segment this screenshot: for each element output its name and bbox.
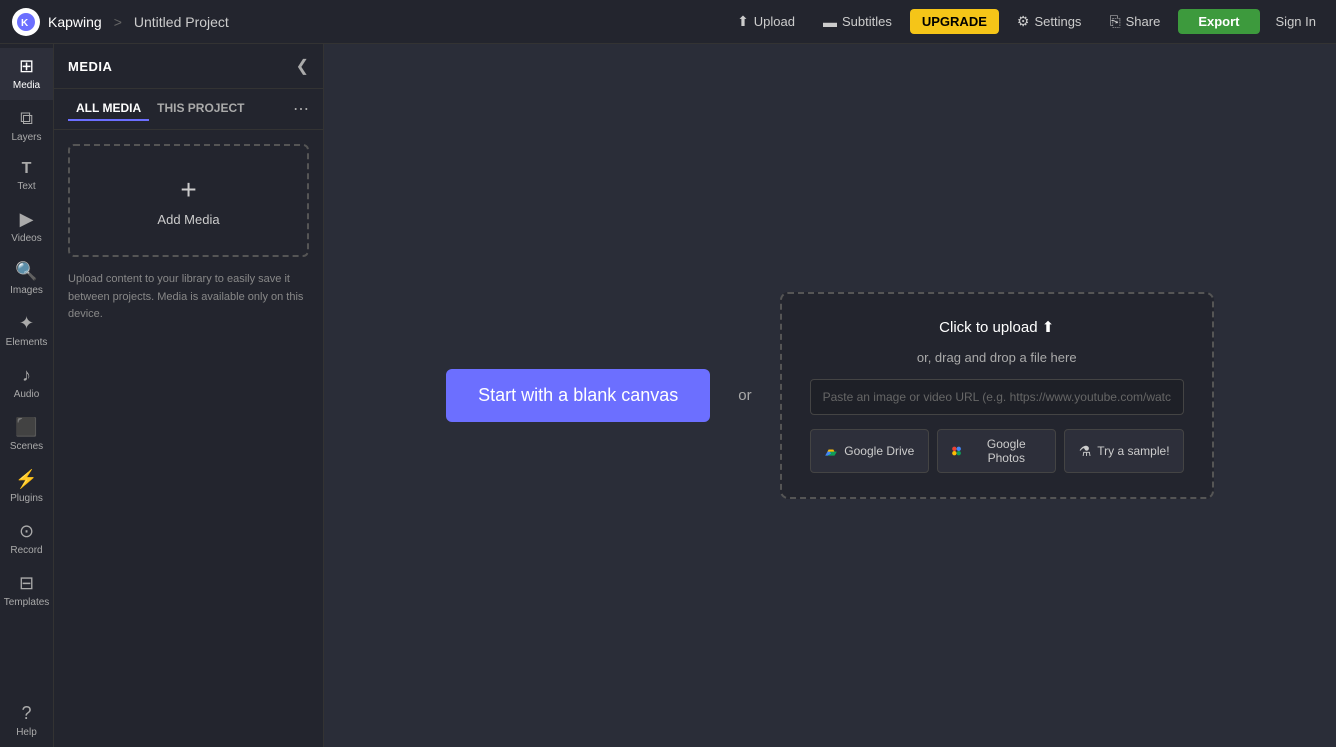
templates-label: Templates — [4, 597, 50, 609]
upgrade-button[interactable]: UPGRADE — [910, 9, 999, 34]
topbar: K Kapwing > Untitled Project ⬆ Upload ▬ … — [0, 0, 1336, 44]
share-button[interactable]: ⎘ Share — [1099, 8, 1170, 35]
panel-description: Upload content to your library to easily… — [68, 271, 309, 324]
google-drive-button[interactable]: Google Drive — [810, 429, 929, 473]
sidebar-item-text[interactable]: T Text — [0, 152, 53, 201]
sidebar-item-audio[interactable]: ♪ Audio — [0, 357, 53, 409]
sidebar-item-plugins[interactable]: ⚡ Plugins — [0, 461, 53, 513]
kapwing-logo: K — [12, 8, 40, 36]
templates-icon: ⊟ — [19, 573, 34, 594]
layers-icon: ⧉ — [20, 108, 33, 129]
videos-label: Videos — [11, 233, 41, 245]
breadcrumb-separator: > — [114, 14, 122, 30]
settings-label: Settings — [1034, 14, 1081, 29]
panel-content: + Add Media Upload content to your libra… — [54, 130, 323, 747]
text-label: Text — [17, 181, 35, 193]
panel-collapse-button[interactable]: ❮ — [296, 56, 309, 76]
click-to-upload[interactable]: Click to upload ⬆ — [810, 318, 1184, 336]
audio-icon: ♪ — [22, 365, 31, 386]
google-drive-label: Google Drive — [844, 444, 914, 458]
export-button[interactable]: Export — [1178, 9, 1259, 34]
panel-header: MEDIA ❮ — [54, 44, 323, 89]
sidebar-item-images[interactable]: 🔍 Images — [0, 253, 53, 305]
elements-label: Elements — [6, 337, 48, 349]
subtitles-icon: ▬ — [823, 14, 837, 30]
images-label: Images — [10, 285, 43, 297]
settings-button[interactable]: ⚙ Settings — [1007, 8, 1092, 35]
main-layout: ⊞ Media ⧉ Layers T Text ▶ Videos 🔍 Image… — [0, 44, 1336, 747]
or-text: or — [738, 387, 751, 404]
google-photos-button[interactable]: Google Photos — [937, 429, 1056, 473]
tab-this-project[interactable]: THIS PROJECT — [149, 97, 252, 121]
signin-button[interactable]: Sign In — [1268, 9, 1324, 34]
sidebar-item-record[interactable]: ⊙ Record — [0, 513, 53, 565]
svg-text:K: K — [21, 18, 29, 29]
scenes-label: Scenes — [10, 441, 43, 453]
click-to-upload-label: Click to upload — [939, 319, 1037, 336]
help-icon: ? — [21, 703, 31, 724]
images-icon: 🔍 — [15, 261, 37, 282]
sidebar-item-scenes[interactable]: ⬛ Scenes — [0, 409, 53, 461]
plugins-label: Plugins — [10, 493, 43, 505]
record-label: Record — [10, 545, 42, 557]
scenes-icon: ⬛ — [15, 417, 37, 438]
drag-drop-text: or, drag and drop a file here — [810, 350, 1184, 365]
google-photos-icon — [950, 444, 963, 458]
settings-icon: ⚙ — [1017, 13, 1030, 30]
upload-button[interactable]: ⬆ Upload — [727, 8, 805, 35]
brand-name: Kapwing — [48, 14, 102, 30]
subtitles-label: Subtitles — [842, 14, 892, 29]
upload-buttons: Google Drive Google Photos ⚗ Try a — [810, 429, 1184, 473]
audio-label: Audio — [14, 389, 40, 401]
subtitles-button[interactable]: ▬ Subtitles — [813, 9, 902, 35]
add-media-box[interactable]: + Add Media — [68, 144, 309, 257]
google-drive-icon — [824, 444, 838, 458]
media-label: Media — [13, 80, 40, 92]
google-photos-label: Google Photos — [969, 437, 1043, 465]
blank-canvas-button[interactable]: Start with a blank canvas — [446, 369, 710, 422]
panel-sidebar: MEDIA ❮ ALL MEDIA THIS PROJECT ⋯ + Add M… — [54, 44, 324, 747]
sidebar-item-templates[interactable]: ⊟ Templates — [0, 565, 53, 617]
canvas-area: Start with a blank canvas or Click to up… — [324, 44, 1336, 747]
panel-tabs: ALL MEDIA THIS PROJECT ⋯ — [54, 89, 323, 130]
panel-title: MEDIA — [68, 59, 112, 74]
layers-label: Layers — [11, 132, 41, 144]
url-input[interactable] — [810, 379, 1184, 415]
share-icon: ⎘ — [1109, 13, 1120, 30]
record-icon: ⊙ — [19, 521, 34, 542]
text-icon: T — [22, 160, 32, 178]
upload-label: Upload — [754, 14, 795, 29]
sidebar-item-help[interactable]: ? Help — [0, 695, 53, 747]
upload-icon: ⬆ — [737, 13, 749, 30]
try-sample-button[interactable]: ⚗ Try a sample! — [1064, 429, 1183, 473]
sidebar-item-elements[interactable]: ✦ Elements — [0, 305, 53, 357]
tab-all-media[interactable]: ALL MEDIA — [68, 97, 149, 121]
share-label: Share — [1126, 14, 1161, 29]
upload-box: Click to upload ⬆ or, drag and drop a fi… — [780, 292, 1214, 499]
upload-arrow-icon: ⬆ — [1042, 319, 1055, 336]
sidebar-item-videos[interactable]: ▶ Videos — [0, 201, 53, 253]
project-name: Untitled Project — [134, 14, 229, 30]
center-content: Start with a blank canvas or Click to up… — [446, 292, 1214, 499]
elements-icon: ✦ — [19, 313, 34, 334]
add-media-label: Add Media — [157, 212, 219, 227]
icon-sidebar: ⊞ Media ⧉ Layers T Text ▶ Videos 🔍 Image… — [0, 44, 54, 747]
help-label: Help — [16, 727, 37, 739]
videos-icon: ▶ — [20, 209, 34, 230]
plugins-icon: ⚡ — [15, 469, 37, 490]
sample-icon: ⚗ — [1079, 443, 1092, 460]
sidebar-item-layers[interactable]: ⧉ Layers — [0, 100, 53, 152]
sidebar-item-media[interactable]: ⊞ Media — [0, 48, 53, 100]
panel-tab-more-button[interactable]: ⋯ — [293, 97, 309, 121]
try-sample-label: Try a sample! — [1097, 444, 1169, 458]
media-icon: ⊞ — [19, 56, 34, 77]
add-media-plus-icon: + — [180, 174, 196, 206]
